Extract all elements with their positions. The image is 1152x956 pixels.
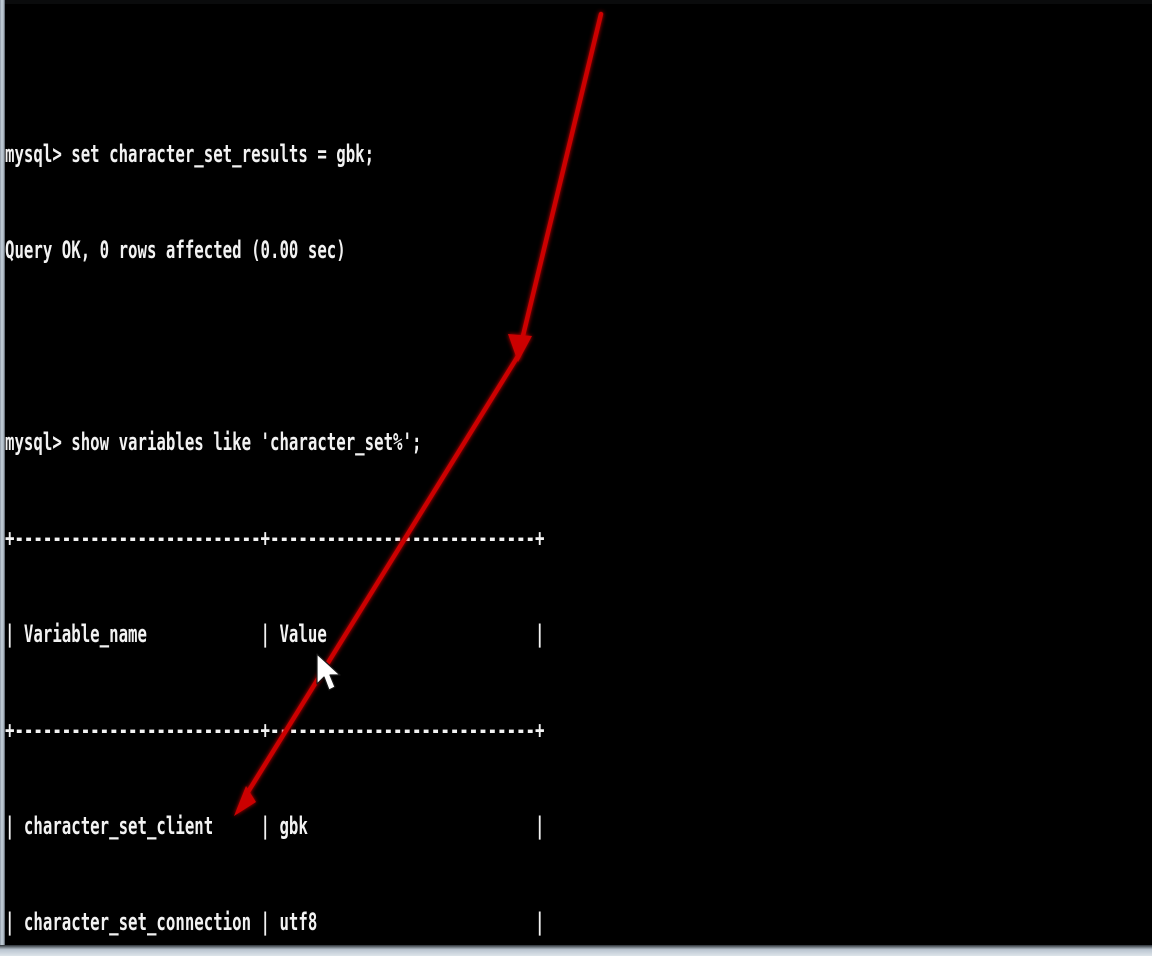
- table-border-header: +--------------------------+------------…: [5, 716, 545, 744]
- terminal-line-query-ok: Query OK, 0 rows affected (0.00 sec): [5, 236, 346, 264]
- console-window: mysql> set character_set_results = gbk; …: [0, 0, 1152, 956]
- table-border-top: +--------------------------+------------…: [5, 524, 545, 552]
- table-row: | character_set_connection | utf8 |: [5, 908, 545, 936]
- window-left-edge: [0, 0, 5, 956]
- terminal-line-command-set: mysql> set character_set_results = gbk;: [5, 140, 375, 168]
- terminal-output[interactable]: mysql> set character_set_results = gbk; …: [5, 0, 1152, 945]
- table-header-row: | Variable_name | Value |: [5, 620, 545, 648]
- window-bottom-edge: [0, 945, 1152, 956]
- table-row: | character_set_client | gbk |: [5, 812, 545, 840]
- terminal-line-command-show: mysql> show variables like 'character_se…: [5, 428, 422, 456]
